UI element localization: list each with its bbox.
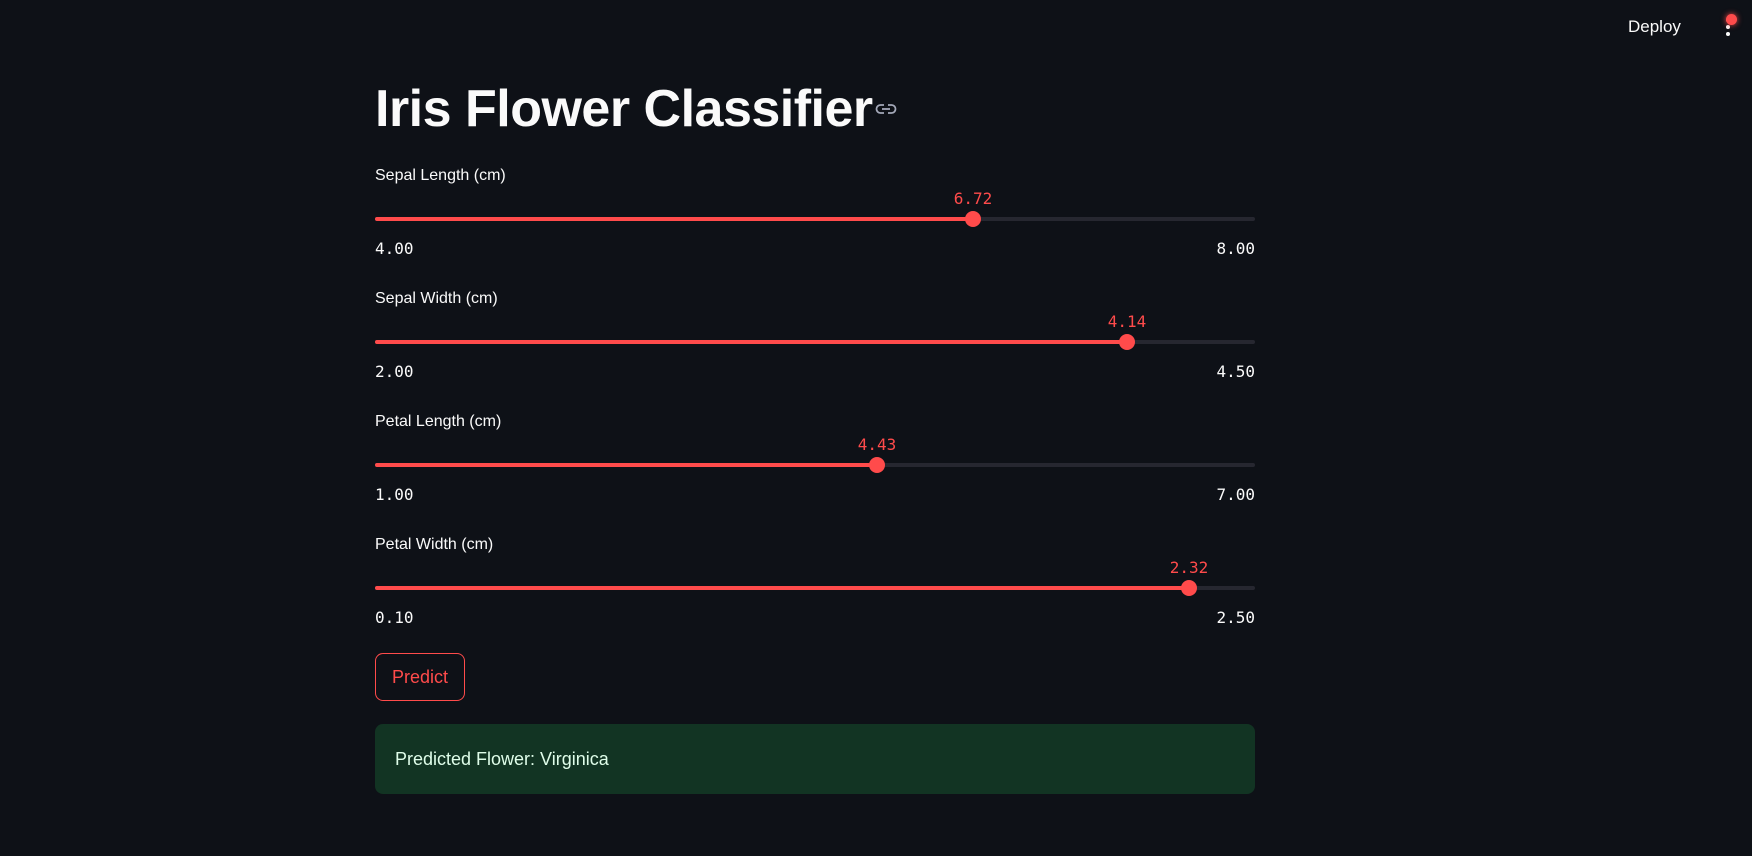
predict-button[interactable]: Predict xyxy=(375,653,465,701)
kebab-menu-icon-dot xyxy=(1726,25,1730,29)
slider-fill xyxy=(375,586,1189,590)
slider-fill xyxy=(375,340,1127,344)
link-icon[interactable] xyxy=(875,102,897,116)
top-toolbar: Deploy xyxy=(0,0,1752,52)
slider-value: 4.14 xyxy=(1107,312,1147,331)
slider-min: 1.00 xyxy=(375,485,414,504)
slider-fill xyxy=(375,463,877,467)
slider-max: 7.00 xyxy=(1216,485,1255,504)
main-content: Iris Flower Classifier Sepal Length (cm)… xyxy=(375,70,1255,794)
prediction-result-alert: Predicted Flower: Virginica xyxy=(375,724,1255,794)
slider-label: Petal Width (cm) xyxy=(375,536,494,553)
slider-value: 4.43 xyxy=(857,435,897,454)
slider-max: 2.50 xyxy=(1216,608,1255,627)
slider-label: Sepal Length (cm) xyxy=(375,167,506,184)
slider-thumb[interactable] xyxy=(869,457,885,473)
deploy-button[interactable]: Deploy xyxy=(1628,14,1681,40)
slider-max: 8.00 xyxy=(1216,239,1255,258)
slider-min: 4.00 xyxy=(375,239,414,258)
running-status-indicator xyxy=(1726,14,1737,25)
slider-track[interactable] xyxy=(375,463,1255,467)
kebab-menu-icon-dot xyxy=(1726,32,1730,36)
slider-thumb[interactable] xyxy=(1119,334,1135,350)
slider-min: 2.00 xyxy=(375,362,414,381)
slider-label: Petal Length (cm) xyxy=(375,413,502,430)
slider-value: 6.72 xyxy=(953,189,993,208)
sepal-width-slider: Sepal Width (cm) 4.14 2.00 4.50 xyxy=(375,290,1255,400)
slider-label: Sepal Width (cm) xyxy=(375,290,498,307)
petal-length-slider: Petal Length (cm) 4.43 1.00 7.00 xyxy=(375,413,1255,523)
slider-track[interactable] xyxy=(375,586,1255,590)
slider-thumb[interactable] xyxy=(1181,580,1197,596)
slider-min: 0.10 xyxy=(375,608,414,627)
title-row: Iris Flower Classifier xyxy=(375,70,1255,150)
petal-width-slider: Petal Width (cm) 2.32 0.10 2.50 xyxy=(375,536,1255,646)
slider-thumb[interactable] xyxy=(965,211,981,227)
slider-fill xyxy=(375,217,973,221)
slider-value: 2.32 xyxy=(1169,558,1209,577)
slider-max: 4.50 xyxy=(1216,362,1255,381)
slider-track[interactable] xyxy=(375,217,1255,221)
sepal-length-slider: Sepal Length (cm) 6.72 4.00 8.00 xyxy=(375,167,1255,277)
page-title: Iris Flower Classifier xyxy=(375,80,873,138)
